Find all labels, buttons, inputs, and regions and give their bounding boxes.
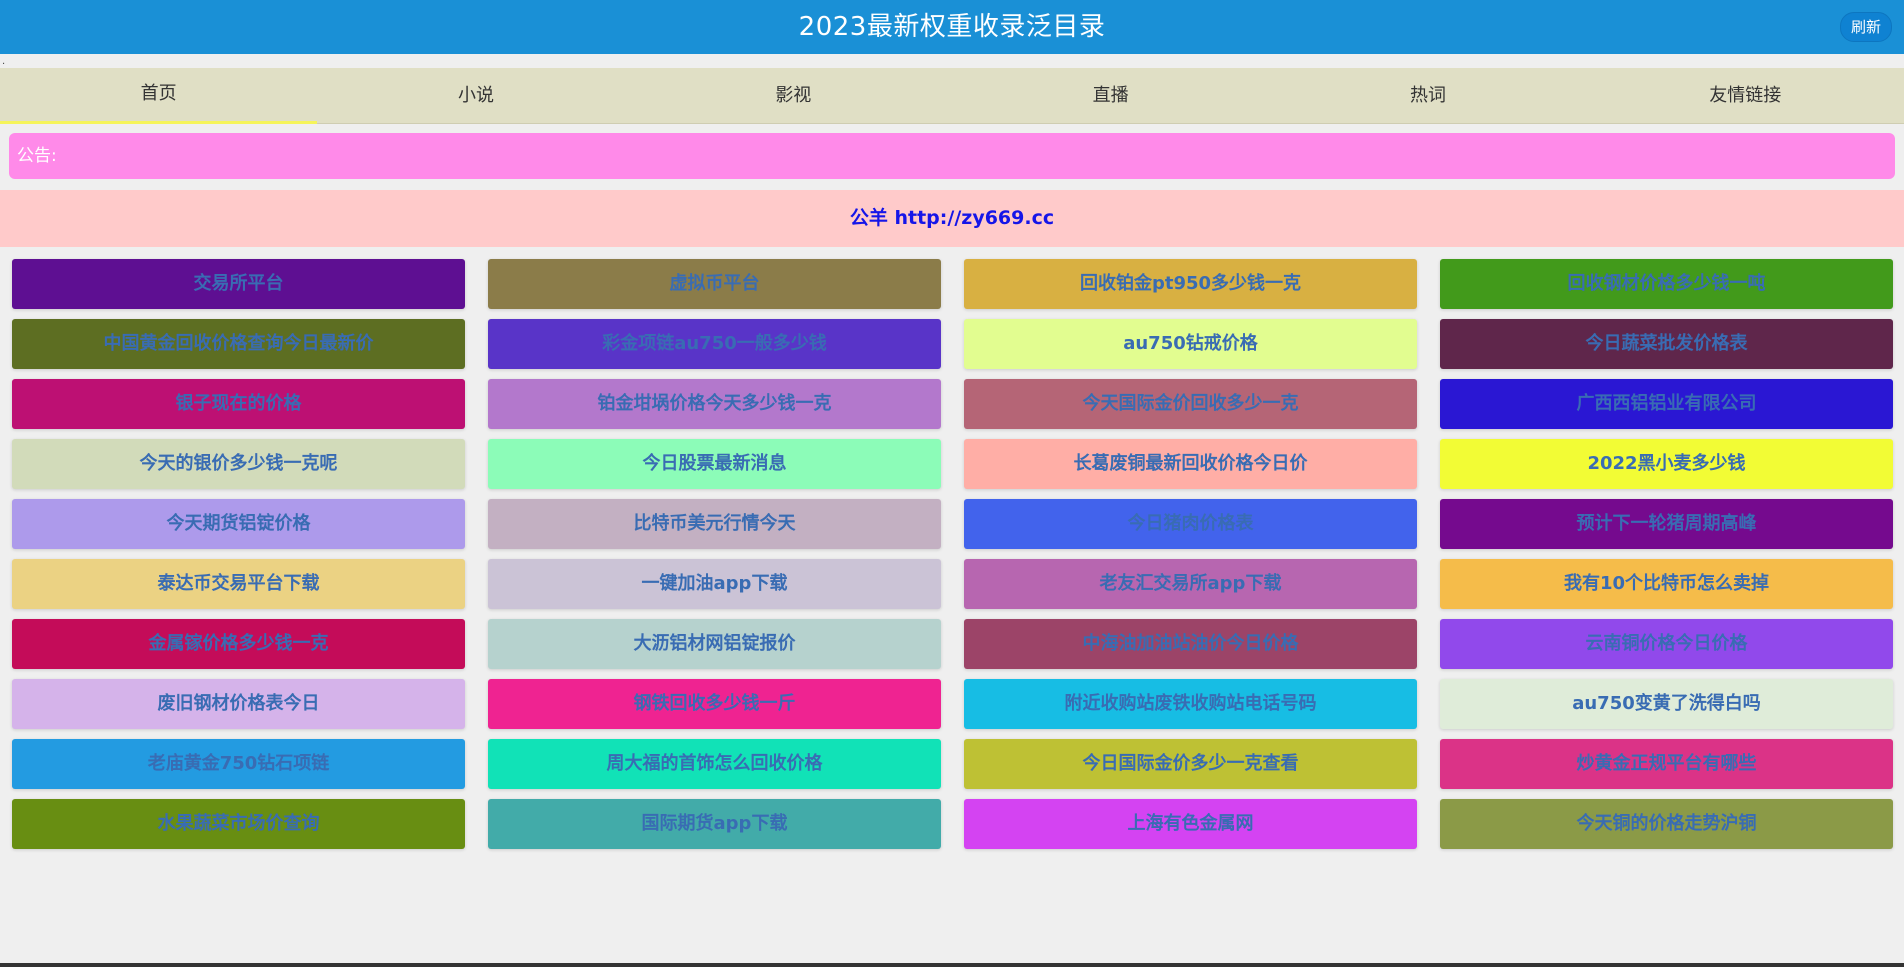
link-card[interactable]: 中海油加油站油价今日价格 — [964, 619, 1417, 669]
nav-tab[interactable]: 直播 — [952, 68, 1269, 123]
link-card[interactable]: 今天的银价多少钱一克呢 — [12, 439, 465, 489]
link-card[interactable]: 老友汇交易所app下载 — [964, 559, 1417, 609]
nav-tab[interactable]: 小说 — [317, 68, 634, 123]
link-card[interactable]: 铂金坩埚价格今天多少钱一克 — [488, 379, 941, 429]
promo-banner-link[interactable]: 公羊 http://zy669.cc — [850, 207, 1054, 229]
link-card[interactable]: 今天铜的价格走势沪铜 — [1440, 799, 1893, 849]
link-card[interactable]: 泰达币交易平台下载 — [12, 559, 465, 609]
nav-tab[interactable]: 友情链接 — [1587, 68, 1904, 123]
notice-label: 公告: — [17, 146, 57, 166]
link-card[interactable]: 中国黄金回收价格查询今日最新价 — [12, 319, 465, 369]
link-card[interactable]: 今日猪肉价格表 — [964, 499, 1417, 549]
link-card[interactable]: 上海有色金属网 — [964, 799, 1417, 849]
page-title: 2023最新权重收录泛目录 — [798, 12, 1106, 42]
link-card[interactable]: 今天期货铝锭价格 — [12, 499, 465, 549]
link-card[interactable]: 废旧钢材价格表今日 — [12, 679, 465, 729]
link-card[interactable]: 炒黄金正规平台有哪些 — [1440, 739, 1893, 789]
link-card[interactable]: 回收钢材价格多少钱一吨 — [1440, 259, 1893, 309]
top-bar: 2023最新权重收录泛目录 刷新 — [0, 0, 1904, 54]
notice-bar: 公告: — [9, 133, 1895, 179]
link-card[interactable]: 今天国际金价回收多少一克 — [964, 379, 1417, 429]
link-card[interactable]: 长葛废铜最新回收价格今日价 — [964, 439, 1417, 489]
nav-tab[interactable]: 影视 — [635, 68, 952, 123]
link-card[interactable]: 周大福的首饰怎么回收价格 — [488, 739, 941, 789]
link-card[interactable]: 2022黑小麦多少钱 — [1440, 439, 1893, 489]
nav-tab[interactable]: 热词 — [1269, 68, 1586, 123]
link-card[interactable]: 银子现在的价格 — [12, 379, 465, 429]
link-card[interactable]: 回收铂金pt950多少钱一克 — [964, 259, 1417, 309]
link-card[interactable]: 附近收购站废铁收购站电话号码 — [964, 679, 1417, 729]
link-card[interactable]: 广西西铝铝业有限公司 — [1440, 379, 1893, 429]
link-card[interactable]: au750变黄了洗得白吗 — [1440, 679, 1893, 729]
refresh-button[interactable]: 刷新 — [1839, 12, 1892, 42]
nav-tab[interactable]: 首页 — [0, 68, 318, 124]
link-card[interactable]: 云南铜价格今日价格 — [1440, 619, 1893, 669]
link-card[interactable]: 国际期货app下载 — [488, 799, 941, 849]
link-card[interactable]: 交易所平台 — [12, 259, 465, 309]
link-card[interactable]: 预计下一轮猪周期高峰 — [1440, 499, 1893, 549]
nav-bar: 首页 小说 影视 直播 热词 友情链接 — [0, 68, 1904, 124]
link-card[interactable]: 我有10个比特币怎么卖掉 — [1440, 559, 1893, 609]
link-card[interactable]: 虚拟币平台 — [488, 259, 941, 309]
link-card[interactable]: au750钻戒价格 — [964, 319, 1417, 369]
link-card[interactable]: 比特币美元行情今天 — [488, 499, 941, 549]
link-card[interactable]: 老庙黄金750钻石项链 — [12, 739, 465, 789]
link-card[interactable]: 大沥铝材网铝锭报价 — [488, 619, 941, 669]
link-card[interactable]: 今日股票最新消息 — [488, 439, 941, 489]
link-card[interactable]: 钢铁回收多少钱一斤 — [488, 679, 941, 729]
link-card[interactable]: 水果蔬菜市场价查询 — [12, 799, 465, 849]
stray-dot: . — [2, 56, 6, 67]
promo-banner[interactable]: 公羊 http://zy669.cc — [0, 190, 1904, 247]
link-card[interactable]: 金属镓价格多少钱一克 — [12, 619, 465, 669]
link-card[interactable]: 今日国际金价多少一克查看 — [964, 739, 1417, 789]
link-card[interactable]: 彩金项链au750一般多少钱 — [488, 319, 941, 369]
link-card[interactable]: 一键加油app下载 — [488, 559, 941, 609]
link-card[interactable]: 今日蔬菜批发价格表 — [1440, 319, 1893, 369]
bottom-scroll-edge — [0, 963, 1904, 967]
